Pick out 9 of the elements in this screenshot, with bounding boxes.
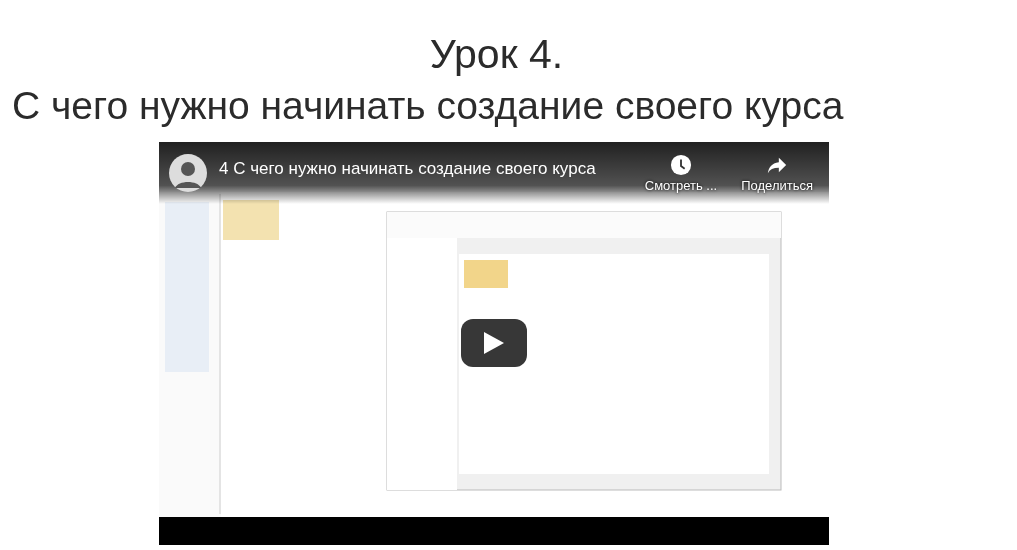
lesson-heading: Урок 4. [428, 30, 565, 78]
lesson-title: С чего нужно начинать создание своего курса [12, 83, 845, 129]
video-title[interactable]: 4 С чего нужно начинать создание своего курса [219, 159, 627, 179]
play-icon [484, 332, 504, 354]
share-button[interactable]: Поделиться [735, 153, 819, 193]
watch-later-button[interactable]: Смотреть ... [638, 153, 724, 193]
clock-icon [670, 153, 692, 176]
play-button[interactable] [461, 319, 527, 367]
avatar-icon[interactable] [169, 154, 207, 192]
